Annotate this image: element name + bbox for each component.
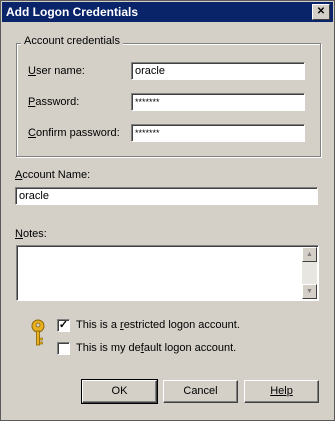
account-credentials-legend: Account credentials [21, 35, 123, 47]
close-button[interactable]: ✕ [312, 4, 330, 20]
scroll-up-icon[interactable]: ▲ [302, 247, 317, 262]
notes-textarea[interactable]: ▲ ▼ [16, 245, 319, 301]
cancel-button[interactable]: Cancel [163, 380, 238, 403]
notes-label: Notes: [15, 228, 47, 240]
help-label: Help [270, 385, 293, 397]
window-title: Add Logon Credentials [6, 5, 138, 19]
confirm-password-field[interactable]: ******* [131, 124, 305, 142]
key-icon [31, 319, 45, 346]
default-account-checkbox[interactable] [57, 342, 70, 355]
logon-credentials-dialog: Add Logon Credentials ✕ Account credenti… [0, 0, 335, 421]
restricted-account-checkbox[interactable]: ✓ [57, 319, 70, 332]
user-name-label: User name: [28, 65, 85, 77]
account-name-field[interactable]: oracle [15, 187, 318, 205]
help-button[interactable]: Help [244, 380, 319, 403]
password-label: Password: [28, 96, 80, 108]
account-name-label: Account Name: [15, 169, 91, 181]
title-bar: Add Logon Credentials ✕ [2, 2, 333, 22]
user-name-field[interactable]: oracle [131, 62, 305, 80]
restricted-account-label: This is a restricted logon account. [76, 319, 240, 331]
default-account-label: This is my default logon account. [76, 342, 237, 354]
scroll-down-icon[interactable]: ▼ [302, 284, 317, 299]
confirm-password-label: Confirm password: [28, 127, 120, 139]
password-field[interactable]: ******* [131, 93, 305, 111]
ok-button[interactable]: OK [81, 379, 158, 404]
notes-scrollbar[interactable]: ▲ ▼ [302, 247, 317, 299]
